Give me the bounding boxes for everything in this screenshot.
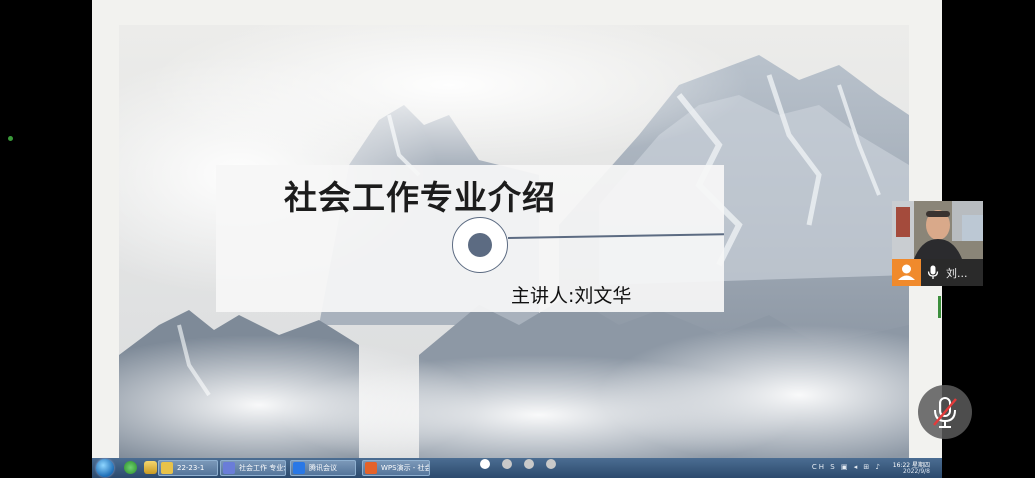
status-dot bbox=[8, 136, 13, 141]
task-label: 腾讯会议 bbox=[309, 464, 337, 472]
circle-decoration bbox=[452, 217, 508, 273]
connector-line bbox=[507, 233, 724, 239]
participant-video[interactable] bbox=[892, 201, 983, 259]
taskbar-item-meeting[interactable]: 腾讯会议 bbox=[290, 460, 356, 476]
page-dot[interactable] bbox=[524, 459, 534, 469]
start-button[interactable] bbox=[96, 459, 114, 477]
system-tray-icons[interactable]: CH S ▣ ◂ ⊞ ♪ bbox=[812, 463, 882, 471]
page-dot[interactable] bbox=[546, 459, 556, 469]
title-panel: 社会工作专业介绍 主讲人:刘文华 bbox=[216, 165, 724, 312]
panel-scroll-indicator[interactable] bbox=[938, 296, 941, 318]
presentation-slide: 社会工作专业介绍 主讲人:刘文华 bbox=[119, 25, 909, 458]
folder-icon bbox=[161, 462, 173, 474]
person-icon bbox=[898, 264, 915, 280]
task-label: 22-23-1 bbox=[177, 464, 205, 472]
presenter-label: 主讲人:刘文华 bbox=[511, 285, 632, 307]
mute-button[interactable] bbox=[918, 385, 972, 439]
page-dot-active[interactable] bbox=[480, 459, 490, 469]
page-dot[interactable] bbox=[502, 459, 512, 469]
avatar[interactable] bbox=[892, 259, 921, 286]
quicklaunch-icon[interactable] bbox=[124, 461, 137, 474]
shared-screen: 社会工作专业介绍 主讲人:刘文华 22-23-1 社会工作 专业介... 腾讯会… bbox=[92, 0, 942, 478]
meeting-icon bbox=[293, 462, 305, 474]
presentation-icon bbox=[223, 462, 235, 474]
clock-date: 2022/9/8 bbox=[903, 468, 930, 475]
participant-name-bar: 刘... bbox=[892, 259, 983, 286]
video-frame bbox=[892, 201, 983, 259]
participant-name: 刘... bbox=[946, 267, 968, 280]
windows-taskbar: 22-23-1 社会工作 专业介... 腾讯会议 WPS演示 - 社会工... … bbox=[92, 458, 942, 478]
folder-icon[interactable] bbox=[144, 461, 157, 474]
taskbar-item-wps[interactable]: WPS演示 - 社会工... bbox=[362, 460, 430, 476]
task-label: WPS演示 - 社会工... bbox=[381, 464, 429, 472]
wps-icon bbox=[365, 462, 377, 474]
taskbar-item-folder[interactable]: 22-23-1 bbox=[158, 460, 218, 476]
mic-muted-icon bbox=[933, 397, 957, 428]
task-label: 社会工作 专业介... bbox=[239, 464, 285, 472]
taskbar-item-slideshow[interactable]: 社会工作 专业介... bbox=[220, 460, 286, 476]
microphone-icon[interactable] bbox=[927, 265, 939, 280]
slide-title: 社会工作专业介绍 bbox=[284, 178, 556, 217]
